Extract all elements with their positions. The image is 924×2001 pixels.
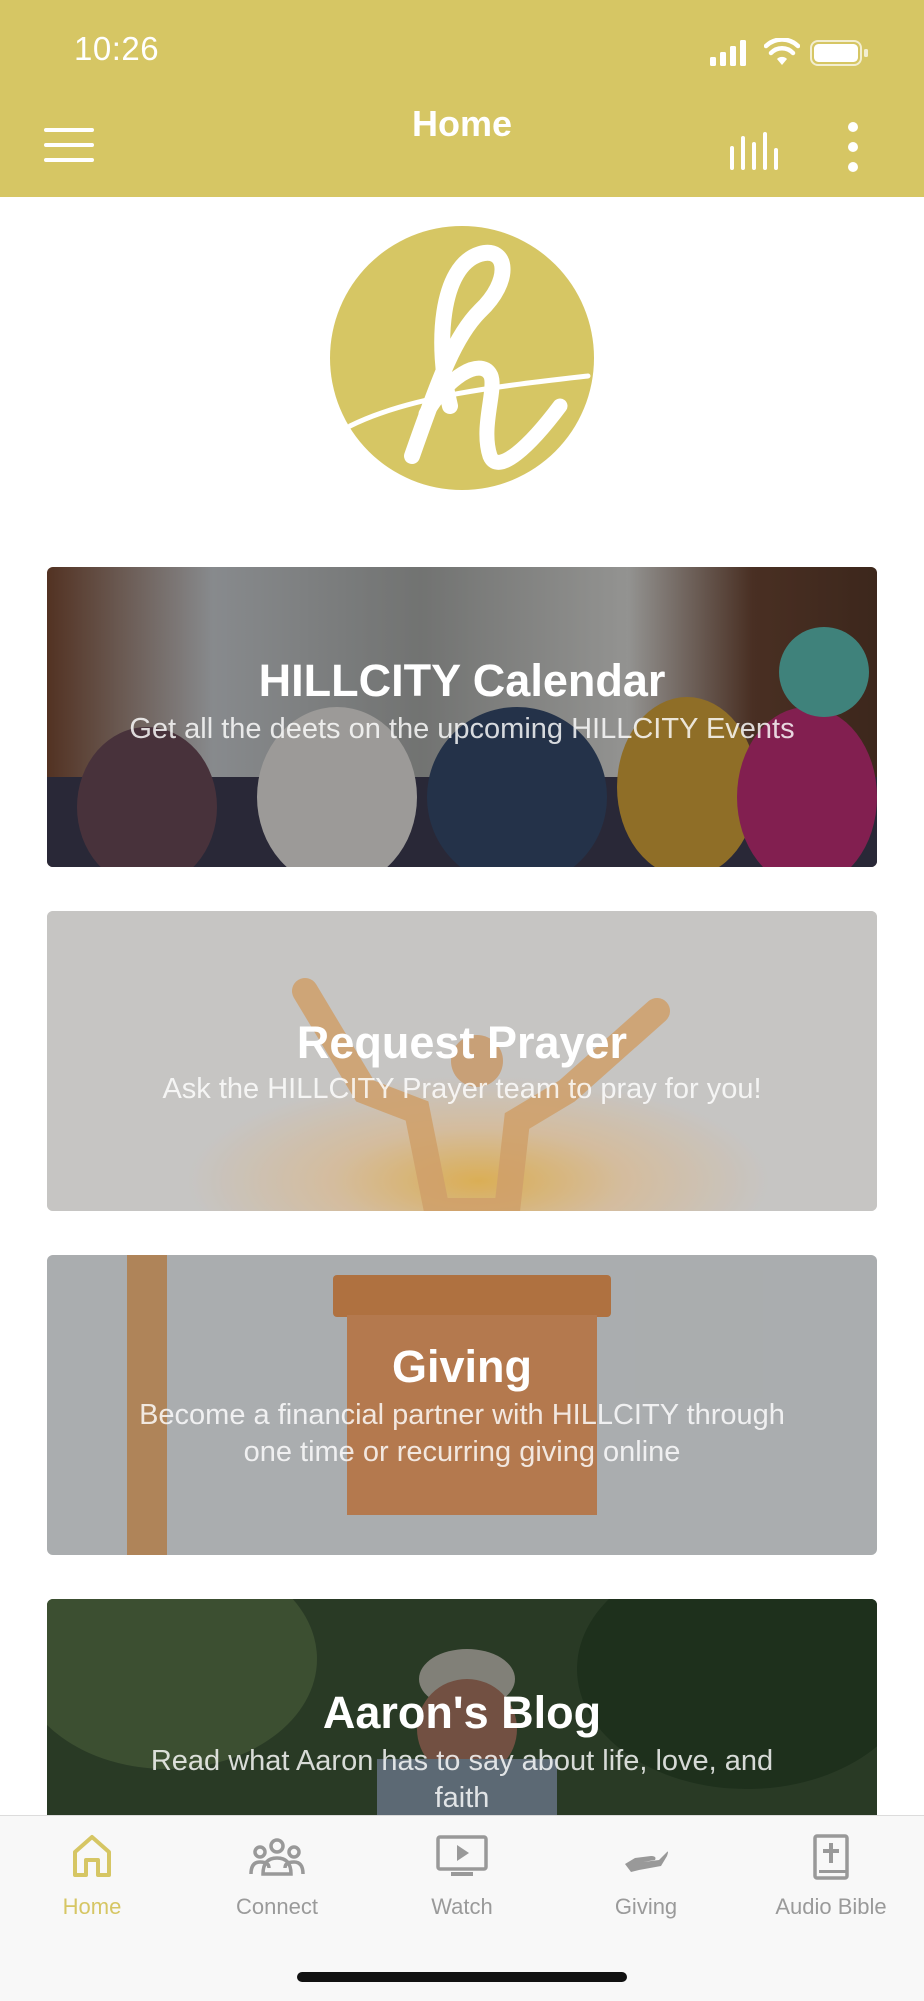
tab-giving[interactable]: Giving [554, 1816, 738, 1956]
more-vertical-icon [848, 122, 858, 172]
church-logo [330, 226, 594, 490]
bible-icon [813, 1834, 849, 1880]
status-time: 10:26 [74, 30, 160, 67]
audio-stats-button[interactable] [728, 132, 782, 170]
home-icon [73, 1835, 111, 1877]
card-description: Ask the HILLCITY Prayer team to pray for… [162, 1073, 762, 1105]
bar-chart-icon [730, 132, 778, 170]
card-title: Aaron's Blog [322, 1687, 602, 1738]
battery-icon [810, 40, 868, 66]
tab-label: Giving [614, 1894, 678, 1919]
tab-label: Audio Bible [775, 1894, 887, 1919]
page-title: Home [411, 103, 513, 144]
signal-icon [710, 40, 746, 66]
giving-hand-icon [625, 1851, 668, 1872]
card-title: Request Prayer [296, 1017, 628, 1068]
card-description: Read what Aaron has to say about life, l… [150, 1745, 774, 1814]
tab-watch[interactable]: Watch [370, 1816, 554, 1956]
tab-label: Watch [431, 1894, 493, 1919]
card-description: Get all the deets on the upcoming HILLCI… [129, 713, 795, 745]
calendar-card[interactable]: HILLCITY Calendar Get all the deets on t… [47, 567, 877, 867]
card-title: Giving [391, 1341, 532, 1392]
tab-audio-bible[interactable]: Audio Bible [738, 1816, 924, 1956]
video-icon [436, 1835, 488, 1876]
home-indicator [297, 1972, 627, 1982]
tab-label: Connect [236, 1894, 318, 1919]
more-options-button[interactable] [842, 122, 864, 172]
blog-card[interactable]: Aaron's Blog Read what Aaron has to say … [47, 1599, 877, 1815]
app-header: 10:26 Home [0, 0, 924, 197]
tab-home[interactable]: Home [0, 1816, 184, 1956]
card-description: Become a financial partner with HILLCITY… [139, 1399, 785, 1468]
people-icon [249, 1838, 305, 1876]
giving-card[interactable]: Giving Become a financial partner with H… [47, 1255, 877, 1555]
tab-connect[interactable]: Connect [185, 1816, 369, 1956]
wifi-icon [764, 38, 800, 65]
tab-label: Home [62, 1894, 122, 1919]
card-title: HILLCITY Calendar [258, 655, 666, 706]
request-prayer-card[interactable]: Request Prayer Ask the HILLCITY Prayer t… [47, 911, 877, 1211]
